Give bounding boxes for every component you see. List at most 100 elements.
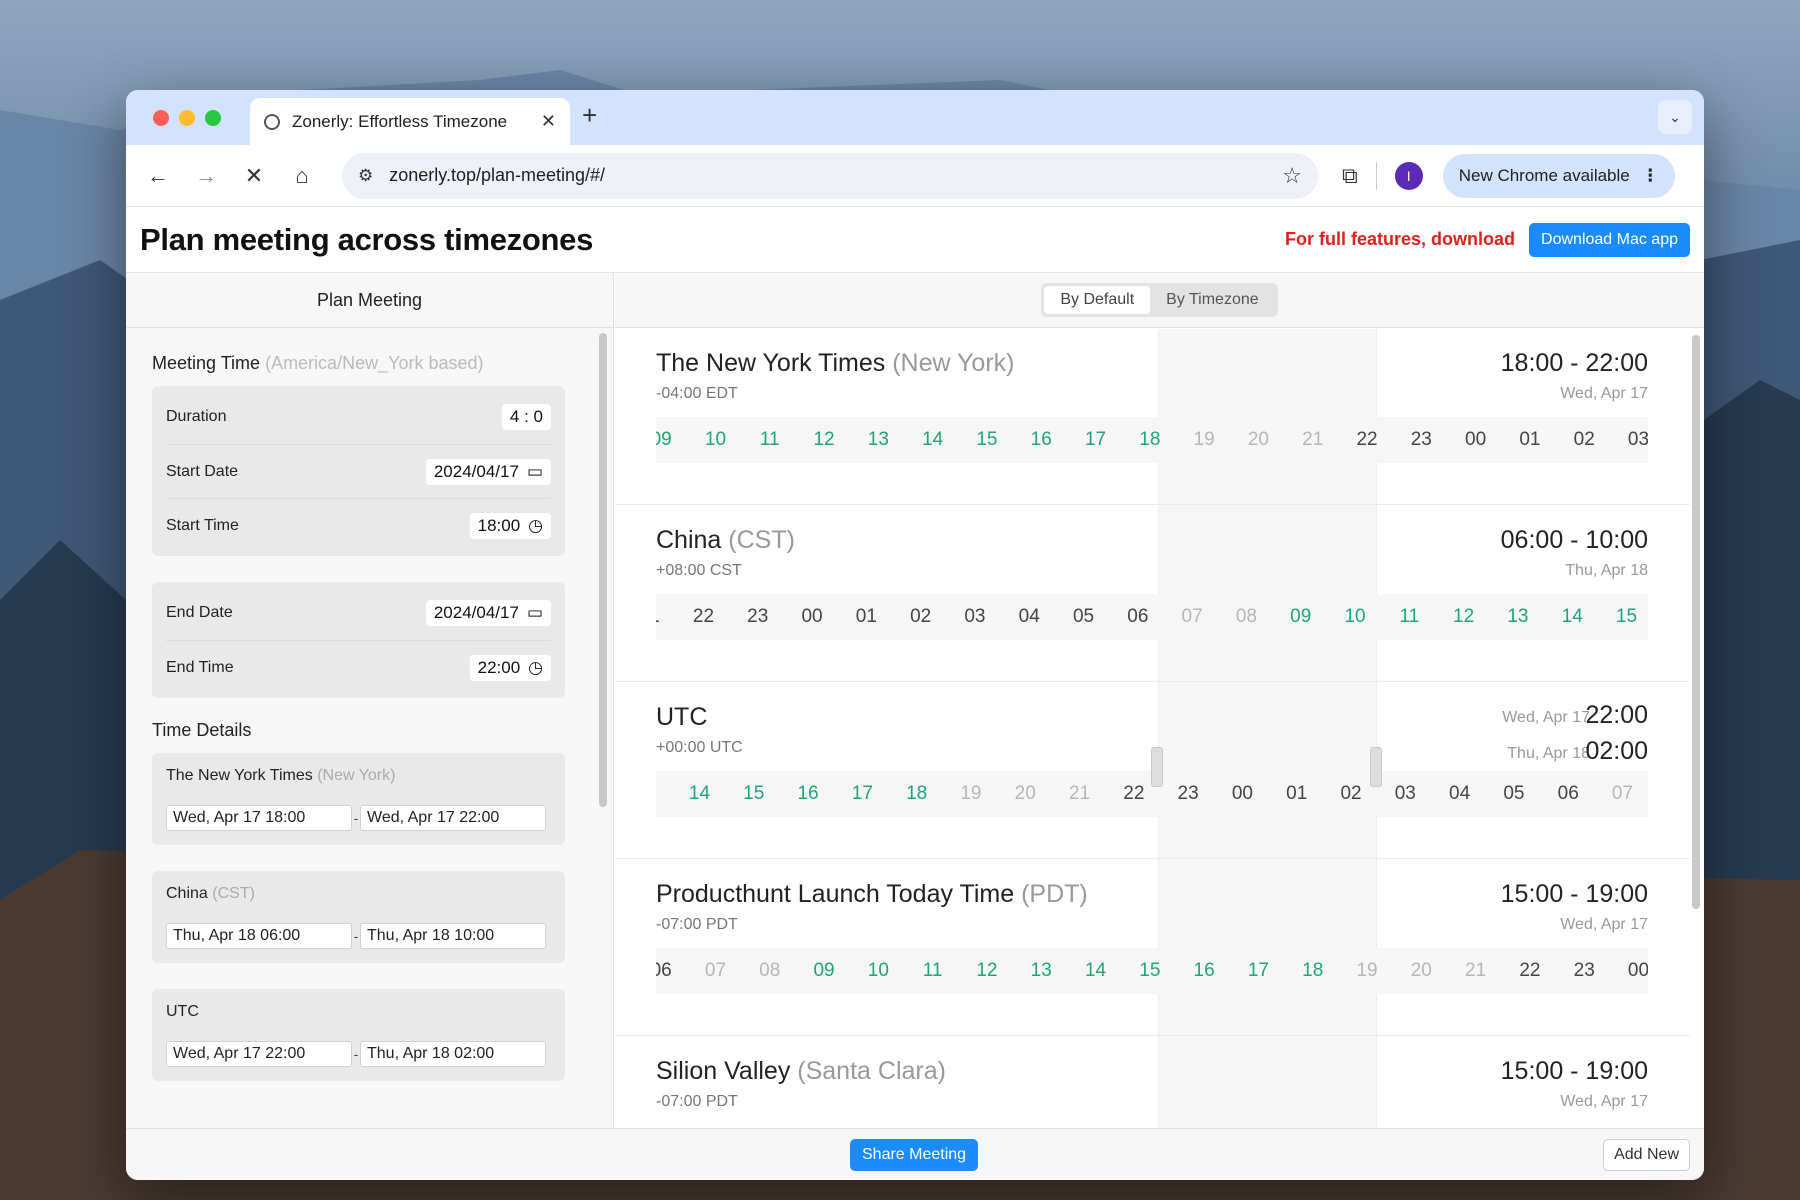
- hour-cell[interactable]: 04: [1432, 771, 1486, 817]
- hour-cell[interactable]: 14: [1545, 594, 1599, 640]
- chrome-update-button[interactable]: New Chrome available ⋮: [1442, 153, 1675, 198]
- hour-cell[interactable]: 23: [1161, 771, 1215, 817]
- back-arrow-icon[interactable]: ←: [138, 156, 178, 196]
- hour-cell[interactable]: 03: [948, 594, 1002, 640]
- hour-cell[interactable]: 07: [1165, 594, 1219, 640]
- hour-cell[interactable]: 02: [1557, 417, 1611, 463]
- share-meeting-button[interactable]: Share Meeting: [850, 1139, 979, 1171]
- hour-cell[interactable]: 15: [727, 771, 781, 817]
- range-start-input[interactable]: Thu, Apr 18 06:00: [166, 923, 352, 949]
- hour-cell[interactable]: 09: [656, 417, 688, 463]
- hour-cell[interactable]: 08: [743, 948, 797, 994]
- hour-cell[interactable]: 03: [1378, 771, 1432, 817]
- hour-cell[interactable]: 07: [1595, 771, 1648, 817]
- bookmark-star-icon[interactable]: ☆: [1282, 163, 1302, 189]
- address-bar[interactable]: ⚙ zonerly.top/plan-meeting/#/ ☆: [342, 152, 1318, 199]
- hour-cell[interactable]: 21: [1052, 771, 1106, 817]
- hour-cell[interactable]: 01: [839, 594, 893, 640]
- hour-cell[interactable]: 20: [998, 771, 1052, 817]
- hour-cell[interactable]: 14: [1068, 948, 1122, 994]
- forward-arrow-icon[interactable]: →: [186, 156, 226, 196]
- hour-cell[interactable]: 16: [1014, 417, 1068, 463]
- hour-cell[interactable]: 22: [1503, 948, 1557, 994]
- hour-cell[interactable]: 17: [1231, 948, 1285, 994]
- hour-cell[interactable]: 08: [1219, 594, 1273, 640]
- hour-strip[interactable]: 09101112131415161718192021222300010203: [656, 417, 1648, 463]
- url-text[interactable]: zonerly.top/plan-meeting/#/: [389, 165, 1282, 186]
- hour-strip[interactable]: 21222300010203040506070809101112131415: [656, 594, 1648, 640]
- hour-cell[interactable]: 06: [656, 948, 688, 994]
- hour-cell[interactable]: 15: [1123, 948, 1177, 994]
- hour-cell[interactable]: 15: [1599, 594, 1648, 640]
- browser-tab[interactable]: Zonerly: Effortless Timezone ✕: [250, 98, 570, 145]
- hour-cell[interactable]: 23: [1394, 417, 1448, 463]
- range-end-handle[interactable]: [1370, 747, 1382, 787]
- hour-cell[interactable]: 06: [1111, 594, 1165, 640]
- hour-cell[interactable]: 14: [905, 417, 959, 463]
- hour-cell[interactable]: 19: [944, 771, 998, 817]
- hour-cell[interactable]: 13: [1491, 594, 1545, 640]
- clock-icon[interactable]: ◷: [528, 516, 543, 536]
- end-date-input[interactable]: 2024/04/17 ▭: [425, 600, 551, 626]
- range-end-input[interactable]: Thu, Apr 18 10:00: [360, 923, 546, 949]
- tab-by-timezone[interactable]: By Timezone: [1150, 286, 1274, 314]
- hour-cell[interactable]: 05: [1487, 771, 1541, 817]
- range-end-input[interactable]: Thu, Apr 18 02:00: [360, 1041, 546, 1067]
- hour-cell[interactable]: 12: [960, 948, 1014, 994]
- hour-cell[interactable]: 13: [656, 771, 672, 817]
- profile-avatar[interactable]: I: [1394, 161, 1423, 190]
- more-menu-icon[interactable]: ⋮: [1642, 166, 1659, 186]
- hour-cell[interactable]: 09: [1274, 594, 1328, 640]
- hour-cell[interactable]: 00: [1448, 417, 1502, 463]
- hour-cell[interactable]: 16: [781, 771, 835, 817]
- add-new-button[interactable]: Add New: [1603, 1139, 1690, 1171]
- hour-cell[interactable]: 21: [1448, 948, 1502, 994]
- hour-cell[interactable]: 11: [1382, 594, 1436, 640]
- hour-cell[interactable]: 17: [835, 771, 889, 817]
- hour-cell[interactable]: 03: [1611, 417, 1648, 463]
- hour-cell[interactable]: 18: [1123, 417, 1177, 463]
- hour-cell[interactable]: 04: [1002, 594, 1056, 640]
- hour-cell[interactable]: 09: [797, 948, 851, 994]
- hour-cell[interactable]: 00: [1215, 771, 1269, 817]
- start-time-input[interactable]: 18:00 ◷: [469, 512, 551, 539]
- hour-cell[interactable]: 15: [960, 417, 1014, 463]
- hour-cell[interactable]: 01: [1503, 417, 1557, 463]
- hour-cell[interactable]: 00: [785, 594, 839, 640]
- new-tab-button[interactable]: +: [582, 100, 597, 131]
- hour-cell[interactable]: 06: [1541, 771, 1595, 817]
- duration-input[interactable]: 4 : 0: [501, 404, 551, 430]
- left-scrollbar[interactable]: [599, 333, 607, 807]
- hour-cell[interactable]: 13: [1014, 948, 1068, 994]
- hour-cell[interactable]: 18: [1286, 948, 1340, 994]
- hour-cell[interactable]: 20: [1394, 948, 1448, 994]
- hour-cell[interactable]: 00: [1611, 948, 1648, 994]
- range-start-input[interactable]: Wed, Apr 17 18:00: [166, 805, 352, 831]
- range-start-input[interactable]: Wed, Apr 17 22:00: [166, 1041, 352, 1067]
- close-tab-icon[interactable]: ✕: [541, 111, 556, 132]
- download-mac-app-button[interactable]: Download Mac app: [1529, 222, 1690, 257]
- hour-cell[interactable]: 19: [1177, 417, 1231, 463]
- hour-cell[interactable]: 12: [797, 417, 851, 463]
- hour-cell[interactable]: 07: [688, 948, 742, 994]
- hour-cell[interactable]: 16: [1177, 948, 1231, 994]
- hour-cell[interactable]: 23: [1557, 948, 1611, 994]
- hour-cell[interactable]: 11: [743, 417, 797, 463]
- hour-cell[interactable]: 14: [672, 771, 726, 817]
- hour-cell[interactable]: 21: [656, 594, 676, 640]
- range-start-handle[interactable]: [1151, 747, 1163, 787]
- hour-cell[interactable]: 21: [1286, 417, 1340, 463]
- site-settings-icon[interactable]: ⚙: [358, 166, 373, 186]
- hour-cell[interactable]: 11: [905, 948, 959, 994]
- start-date-input[interactable]: 2024/04/17 ▭: [425, 458, 551, 485]
- tab-by-default[interactable]: By Default: [1044, 286, 1151, 314]
- hour-cell[interactable]: 10: [688, 417, 742, 463]
- hour-cell[interactable]: 20: [1231, 417, 1285, 463]
- hour-strip[interactable]: 06070809101112131415161718192021222300: [656, 948, 1648, 994]
- hour-cell[interactable]: 12: [1436, 594, 1490, 640]
- hour-cell[interactable]: 10: [851, 948, 905, 994]
- hour-cell[interactable]: 23: [731, 594, 785, 640]
- right-scrollbar[interactable]: [1692, 335, 1700, 909]
- calendar-icon[interactable]: ▭: [527, 462, 543, 482]
- hour-cell[interactable]: 22: [676, 594, 730, 640]
